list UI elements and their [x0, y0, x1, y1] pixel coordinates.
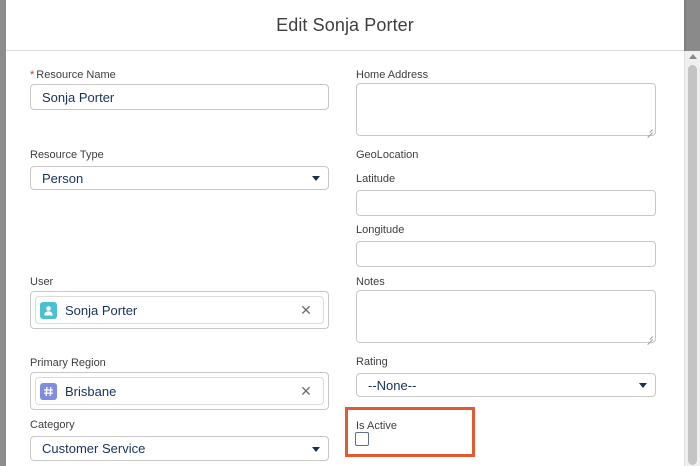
home-address-label: Home Address: [356, 69, 429, 81]
resource-name-input[interactable]: Sonja Porter: [30, 84, 329, 110]
rating-label: Rating: [356, 356, 388, 368]
user-pill[interactable]: Sonja Porter ✕: [35, 296, 324, 324]
resource-type-select[interactable]: Person: [30, 166, 329, 190]
resource-type-value: Person: [42, 170, 84, 186]
territory-hash-icon: [40, 382, 57, 400]
resize-handle-icon[interactable]: [646, 333, 653, 340]
required-marker: *: [30, 69, 35, 81]
user-value: Sonja Porter: [65, 302, 138, 318]
modal-title: Edit Sonja Porter: [276, 14, 414, 35]
scroll-up-arrow-icon[interactable]: [689, 54, 697, 59]
latitude-input[interactable]: [356, 190, 656, 216]
notes-label: Notes: [356, 276, 385, 288]
longitude-label: Longitude: [356, 224, 405, 236]
category-value: Customer Service: [42, 441, 146, 456]
user-lookup[interactable]: Sonja Porter ✕: [30, 291, 329, 329]
notes-textarea[interactable]: [356, 290, 656, 343]
primary-region-label: Primary Region: [30, 357, 106, 369]
category-label: Category: [30, 419, 75, 431]
is-active-checkbox[interactable]: [355, 432, 369, 446]
modal-scrollbar[interactable]: [684, 51, 700, 466]
resize-handle-icon[interactable]: [646, 126, 653, 133]
user-icon: [40, 301, 57, 319]
chevron-down-icon: [639, 383, 647, 388]
close-icon[interactable]: ✕: [299, 302, 313, 318]
modal-header: Edit Sonja Porter: [6, 0, 684, 51]
primary-region-pill[interactable]: Brisbane ✕: [35, 377, 324, 405]
rating-value: --None--: [368, 377, 417, 393]
latitude-label: Latitude: [356, 173, 396, 185]
resource-name-label: * Resource Name: [30, 69, 116, 81]
is-active-label: Is Active: [356, 420, 397, 432]
resource-name-value: Sonja Porter: [42, 89, 115, 105]
rating-select[interactable]: --None--: [356, 373, 656, 397]
primary-region-value: Brisbane: [65, 383, 117, 399]
primary-region-lookup[interactable]: Brisbane ✕: [30, 372, 329, 410]
home-address-textarea[interactable]: [356, 83, 656, 136]
longitude-input[interactable]: [356, 241, 656, 267]
chevron-down-icon: [312, 446, 320, 452]
close-icon[interactable]: ✕: [299, 383, 313, 399]
user-label: User: [30, 276, 54, 288]
scroll-thumb[interactable]: [688, 65, 697, 465]
resource-type-label: Resource Type: [30, 149, 104, 161]
category-select[interactable]: Customer Service: [30, 436, 329, 461]
resource-name-label-text: Resource Name: [36, 69, 116, 81]
chevron-down-icon: [312, 176, 320, 181]
geolocation-label: GeoLocation: [356, 149, 419, 161]
